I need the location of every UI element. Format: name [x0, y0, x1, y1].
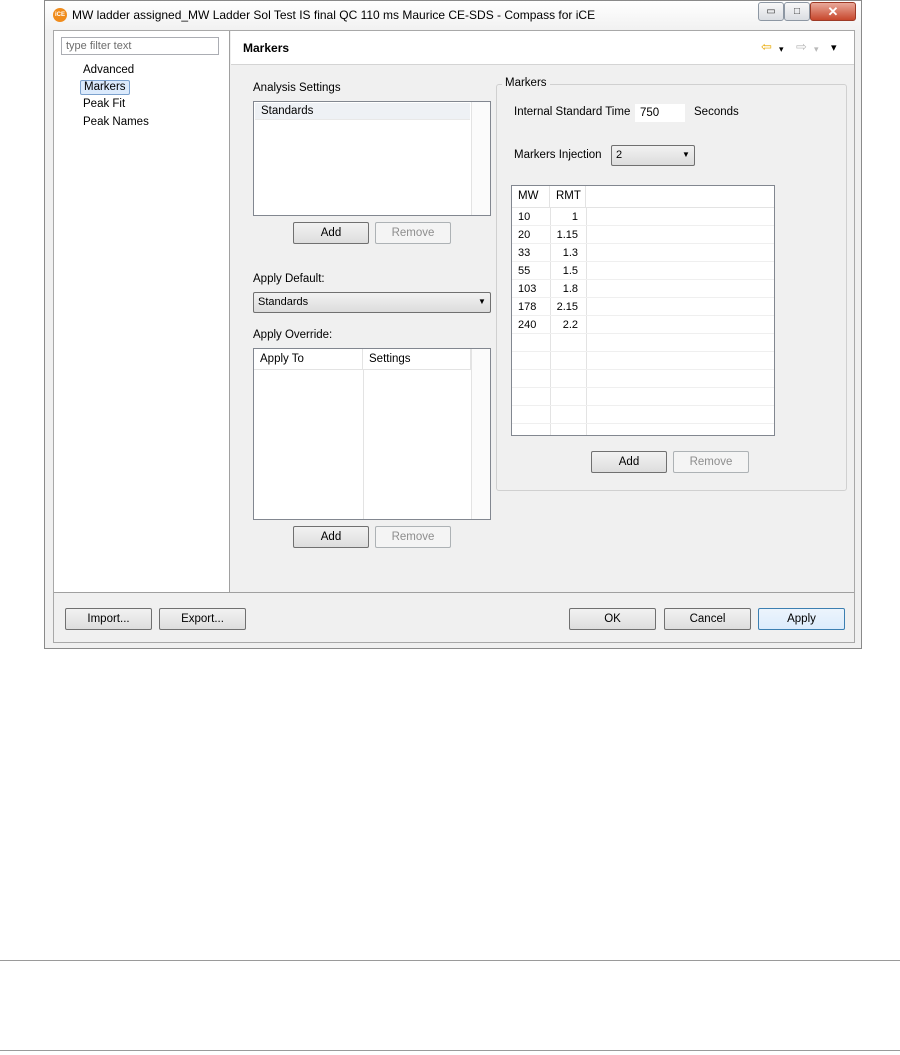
- rmt-cell: 1.5: [562, 265, 578, 277]
- close-button[interactable]: ✕: [810, 2, 856, 21]
- table-row[interactable]: [512, 352, 774, 370]
- analysis-remove-button[interactable]: Remove: [375, 222, 451, 244]
- page-header: Markers ⇦ ▾ ⇨ ▾ ▾: [231, 31, 854, 65]
- markers-injection-value: 2: [616, 149, 623, 161]
- back-dropdown-icon[interactable]: ▾: [779, 42, 784, 56]
- rmt-cell: 1.3: [562, 247, 578, 259]
- minimize-button[interactable]: ▭: [758, 2, 784, 21]
- tree-item-advanced[interactable]: Advanced: [80, 63, 137, 78]
- column-header-mw[interactable]: MW: [512, 186, 550, 207]
- view-menu-icon[interactable]: ▾: [831, 41, 837, 55]
- column-header-apply-to[interactable]: Apply To: [254, 349, 363, 370]
- mw-cell: 178: [518, 301, 537, 313]
- markers-add-button[interactable]: Add: [591, 451, 667, 473]
- column-header-settings[interactable]: Settings: [363, 349, 471, 370]
- markers-group-label: Markers: [502, 77, 550, 89]
- mw-cell: 20: [518, 229, 531, 241]
- override-add-button[interactable]: Add: [293, 526, 369, 548]
- table-scrollbar[interactable]: [471, 349, 490, 519]
- table-row[interactable]: 103 1.8: [512, 280, 774, 298]
- dialog-body: type filter text Advanced Markers Peak F…: [53, 30, 855, 643]
- internal-standard-time-input[interactable]: 750: [635, 104, 685, 122]
- table-row[interactable]: 20 1.15: [512, 226, 774, 244]
- analysis-settings-label: Analysis Settings: [253, 82, 341, 94]
- rmt-cell: 2.2: [562, 319, 578, 331]
- table-row[interactable]: [512, 370, 774, 388]
- ok-button[interactable]: OK: [569, 608, 656, 630]
- markers-remove-button[interactable]: Remove: [673, 451, 749, 473]
- back-arrow-icon[interactable]: ⇦: [761, 40, 772, 54]
- rmt-cell: 1.8: [562, 283, 578, 295]
- column-divider: [363, 370, 364, 519]
- app-icon: iCE: [53, 8, 67, 22]
- apply-override-table[interactable]: Apply To Settings: [253, 348, 491, 520]
- table-row[interactable]: [512, 388, 774, 406]
- mw-cell: 55: [518, 265, 531, 277]
- preference-page: Markers ⇦ ▾ ⇨ ▾ ▾ Analysis Settings Stan…: [231, 31, 854, 592]
- preference-tree-pane: type filter text Advanced Markers Peak F…: [54, 31, 230, 592]
- maximize-button[interactable]: □: [784, 2, 810, 21]
- chevron-down-icon: ▼: [478, 297, 486, 306]
- rmt-cell: 2.15: [556, 301, 578, 313]
- tree-item-peak-names[interactable]: Peak Names: [80, 115, 152, 130]
- filter-input[interactable]: type filter text: [61, 37, 219, 55]
- import-button[interactable]: Import...: [65, 608, 152, 630]
- apply-default-select[interactable]: Standards ▼: [253, 292, 491, 313]
- cancel-button[interactable]: Cancel: [664, 608, 751, 630]
- export-button[interactable]: Export...: [159, 608, 246, 630]
- chevron-down-icon: ▼: [682, 150, 690, 159]
- dialog-footer: Import... Export... OK Cancel Apply: [54, 592, 854, 642]
- rmt-cell: 1: [571, 211, 578, 223]
- table-row[interactable]: 55 1.5: [512, 262, 774, 280]
- divider-line: [0, 1050, 900, 1051]
- table-row[interactable]: 33 1.3: [512, 244, 774, 262]
- seconds-unit-label: Seconds: [694, 106, 739, 118]
- internal-standard-time-label: Internal Standard Time: [514, 106, 631, 118]
- table-row[interactable]: [512, 334, 774, 352]
- rmt-cell: 1.15: [556, 229, 578, 241]
- markers-injection-label: Markers Injection: [514, 149, 602, 161]
- table-row[interactable]: 178 2.15: [512, 298, 774, 316]
- analysis-settings-list[interactable]: Standards: [253, 101, 491, 216]
- list-item[interactable]: Standards: [255, 103, 470, 120]
- apply-override-label: Apply Override:: [253, 329, 333, 341]
- apply-button[interactable]: Apply: [758, 608, 845, 630]
- override-remove-button[interactable]: Remove: [375, 526, 451, 548]
- markers-table[interactable]: MW RMT 10 1 20 1.15 33 1.3 55 1.5 103 1.…: [511, 185, 775, 436]
- analysis-add-button[interactable]: Add: [293, 222, 369, 244]
- forward-arrow-icon[interactable]: ⇨: [796, 40, 807, 54]
- table-row[interactable]: 10 1: [512, 208, 774, 226]
- apply-default-value: Standards: [258, 296, 309, 308]
- mw-cell: 103: [518, 283, 537, 295]
- title-bar[interactable]: iCE MW ladder assigned_MW Ladder Sol Tes…: [45, 1, 861, 30]
- tree-item-peak-fit[interactable]: Peak Fit: [80, 97, 128, 112]
- forward-dropdown-icon[interactable]: ▾: [814, 42, 819, 56]
- mw-cell: 240: [518, 319, 537, 331]
- page-title: Markers: [243, 41, 290, 55]
- list-scrollbar[interactable]: [471, 102, 490, 215]
- markers-injection-select[interactable]: 2 ▼: [611, 145, 695, 166]
- mw-cell: 33: [518, 247, 531, 259]
- window-title: MW ladder assigned_MW Ladder Sol Test IS…: [72, 8, 596, 22]
- preferences-window: iCE MW ladder assigned_MW Ladder Sol Tes…: [44, 0, 862, 649]
- table-row[interactable]: 240 2.2: [512, 316, 774, 334]
- tree-item-markers[interactable]: Markers: [80, 80, 130, 95]
- apply-default-label: Apply Default:: [253, 273, 325, 285]
- table-row[interactable]: [512, 406, 774, 424]
- divider-line: [0, 960, 900, 961]
- column-header-rmt[interactable]: RMT: [550, 186, 586, 207]
- mw-cell: 10: [518, 211, 531, 223]
